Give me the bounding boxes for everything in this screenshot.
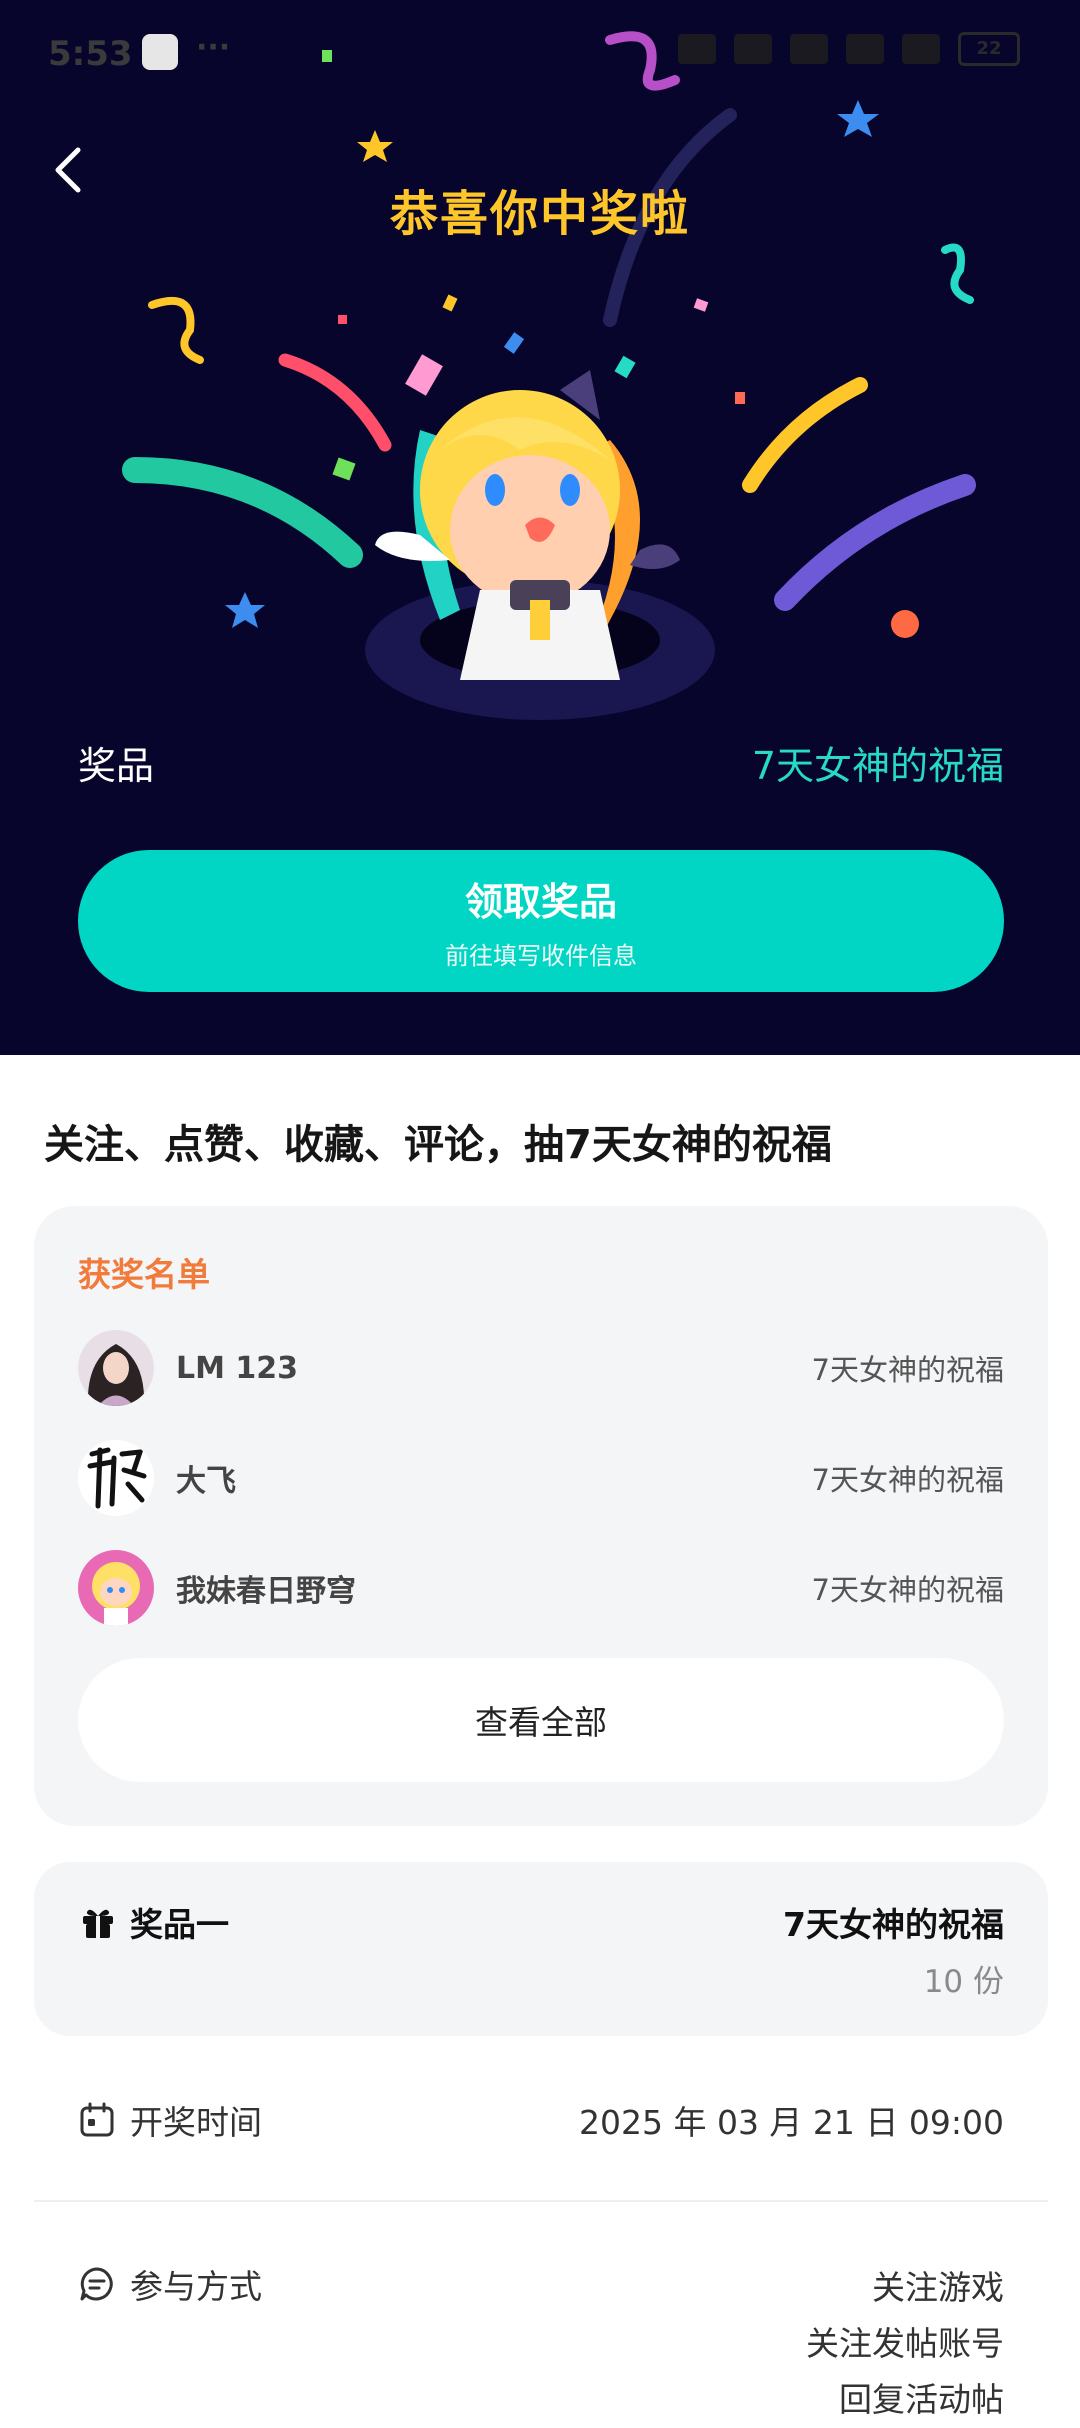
avatar xyxy=(78,1330,154,1406)
prize-row: 奖品 7天女神的祝福 xyxy=(78,732,1004,792)
draw-time-value: 2025 年 03 月 21 日 09:00 xyxy=(578,2103,1004,2142)
calendar-icon xyxy=(80,2102,114,2137)
chat-icon xyxy=(80,2267,113,2301)
congrats-title: 恭喜你中奖啦 xyxy=(389,186,690,242)
winner-prize: 7天女神的祝福 xyxy=(811,1573,1004,1607)
method-item: 关注发帖账号 xyxy=(806,2324,1004,2363)
draw-time-row: 开奖时间 2025 年 03 月 21 日 09:00 xyxy=(78,2096,1004,2144)
hero-banner: 5:53 ··· 22 恭喜你中奖啦 奖品 7天女神的祝福 领取奖品 前往填写收… xyxy=(0,0,1080,1055)
draw-time-label-group: 开奖时间 xyxy=(78,2096,262,2144)
nfc-icon xyxy=(734,34,772,64)
claim-button-subtitle: 前往填写收件信息 xyxy=(445,942,637,970)
winner-row[interactable]: 我妹春日野穹 7天女神的祝福 xyxy=(78,1548,1004,1628)
participation-label: 参与方式 xyxy=(130,2267,262,2306)
prize-quantity: 10 份 xyxy=(923,1964,1004,2000)
view-all-button[interactable]: 查看全部 xyxy=(78,1658,1004,1782)
winners-card: 获奖名单 LM 123 7天女神的祝福 大飞 7天女神的祝福 我妹春日野穹 7天… xyxy=(34,1206,1048,1826)
winner-prize: 7天女神的祝福 xyxy=(811,1353,1004,1387)
notification-app-icon xyxy=(142,34,178,70)
avatar xyxy=(78,1440,154,1516)
signal-icon xyxy=(846,34,884,64)
battery-icon: 22 xyxy=(958,32,1020,66)
status-time: 5:53 xyxy=(48,34,133,74)
avatar xyxy=(78,1550,154,1626)
winner-name: 我妹春日野穹 xyxy=(176,1574,356,1609)
draw-time-label: 开奖时间 xyxy=(130,2103,262,2142)
prize-card-label: 奖品一 xyxy=(130,1905,229,1944)
prize-value: 7天女神的祝福 xyxy=(751,743,1004,788)
hd-icon xyxy=(790,34,828,64)
prize-card: 奖品一 7天女神的祝福 10 份 xyxy=(34,1862,1048,2036)
activity-title: 关注、点赞、收藏、评论，抽7天女神的祝福 xyxy=(44,1122,832,1168)
gift-icon xyxy=(83,1909,113,1938)
winner-row[interactable]: 大飞 7天女神的祝福 xyxy=(78,1438,1004,1518)
status-bar: 5:53 ··· 22 xyxy=(0,0,1080,105)
prize-label: 奖品 xyxy=(78,743,155,788)
winner-row[interactable]: LM 123 7天女神的祝福 xyxy=(78,1328,1004,1408)
participation-label-group: 参与方式 xyxy=(78,2260,262,2308)
claim-button-title: 领取奖品 xyxy=(464,880,617,924)
winner-name: 大飞 xyxy=(176,1464,236,1499)
divider xyxy=(34,2200,1048,2202)
winner-name: LM 123 xyxy=(176,1350,299,1386)
prize-card-header: 奖品一 xyxy=(80,1898,229,1946)
prize-card-name: 7天女神的祝福 xyxy=(783,1905,1004,1944)
participation-methods: 关注游戏 关注发帖账号 回复活动帖 xyxy=(806,2260,1004,2428)
status-indicators: 22 xyxy=(678,32,1020,66)
method-item: 关注游戏 xyxy=(872,2268,1004,2307)
participation-row: 参与方式 关注游戏 关注发帖账号 回复活动帖 xyxy=(78,2260,1004,2428)
winners-heading: 获奖名单 xyxy=(78,1255,210,1294)
signal-2-icon xyxy=(902,34,940,64)
more-notifications-icon: ··· xyxy=(196,30,231,65)
alarm-icon xyxy=(678,34,716,64)
winner-prize: 7天女神的祝福 xyxy=(811,1463,1004,1497)
method-item: 回复活动帖 xyxy=(839,2380,1004,2419)
mascot-illustration xyxy=(375,370,680,680)
claim-prize-button[interactable]: 领取奖品 前往填写收件信息 xyxy=(78,850,1004,992)
